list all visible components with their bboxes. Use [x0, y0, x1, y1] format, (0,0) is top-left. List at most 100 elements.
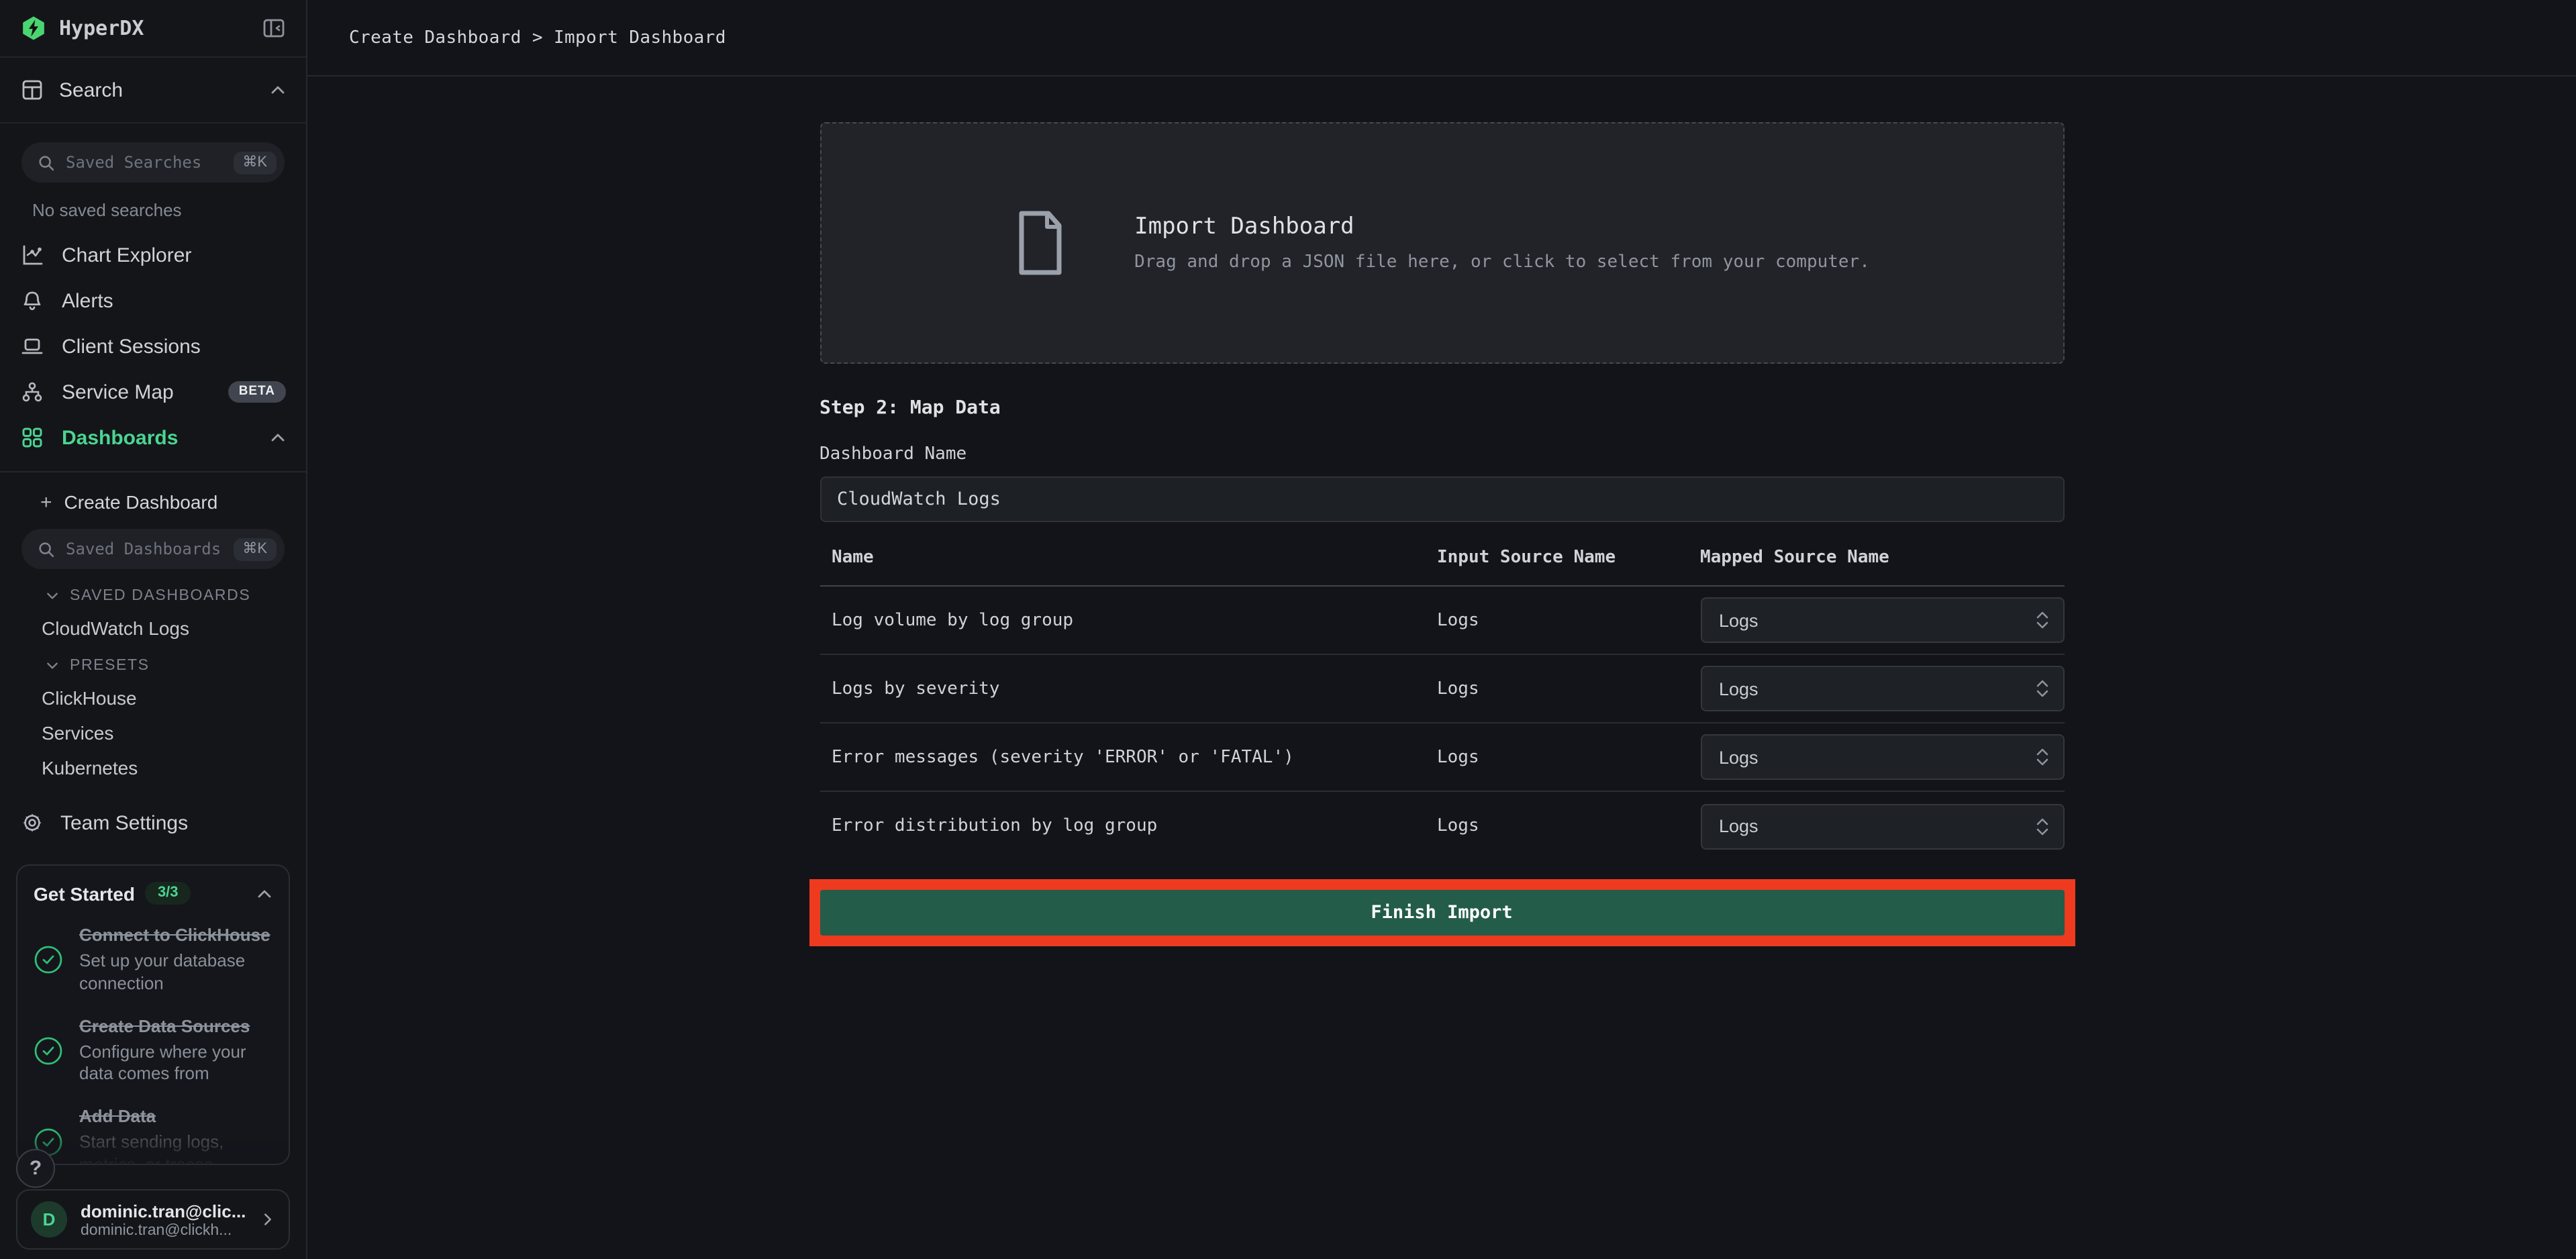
- nav-label: Client Sessions: [62, 335, 286, 358]
- group-title: SAVED DASHBOARDS: [70, 588, 250, 604]
- table-header: Name Input Source Name Mapped Source Nam…: [820, 548, 2064, 587]
- presets-group-toggle[interactable]: PRESETS: [46, 658, 285, 674]
- sidebar-item-clickhouse[interactable]: ClickHouse: [42, 687, 285, 709]
- service-map-icon: [20, 380, 44, 404]
- chevron-down-icon: [46, 659, 59, 672]
- team-settings-label: Team Settings: [60, 811, 188, 834]
- select-value: Logs: [1719, 678, 2034, 699]
- dashboards-icon: [20, 425, 44, 450]
- help-button[interactable]: ?: [16, 1149, 55, 1188]
- dashboard-name-input[interactable]: CloudWatch Logs: [820, 476, 2064, 522]
- get-started-card: Get Started 3/3 Connect to ClickHouse Se…: [16, 864, 290, 1165]
- finish-import-button[interactable]: Finish Import: [820, 890, 2064, 936]
- sidebar-item-chart-explorer[interactable]: Chart Explorer: [0, 232, 306, 278]
- check-circle-icon: [34, 946, 63, 975]
- search-section-icon: [20, 78, 44, 102]
- get-started-item-connect[interactable]: Connect to ClickHouse Set up your databa…: [34, 925, 273, 995]
- nav-label: Alerts: [62, 289, 286, 312]
- get-started-header[interactable]: Get Started 3/3: [34, 882, 273, 905]
- divider: [0, 471, 306, 472]
- row-name: Error distribution by log group: [832, 816, 1437, 836]
- row-input-source: Logs: [1437, 610, 1700, 630]
- select-chevrons-icon: [2034, 814, 2049, 838]
- chevron-up-icon[interactable]: [256, 885, 273, 901]
- sidebar-item-service-map[interactable]: Service Map BETA: [0, 369, 306, 415]
- sidebar-item-kubernetes[interactable]: Kubernetes: [42, 757, 285, 778]
- select-chevrons-icon: [2034, 608, 2049, 632]
- file-icon: [1013, 208, 1067, 278]
- dropzone-text: Import Dashboard Drag and drop a JSON fi…: [1134, 213, 1870, 272]
- row-input-source: Logs: [1437, 816, 1700, 836]
- mapped-source-select[interactable]: Logs: [1700, 734, 2064, 780]
- user-name: dominic.tran@clic...: [81, 1201, 247, 1221]
- create-dashboard-button[interactable]: + Create Dashboard: [40, 491, 285, 513]
- chevron-down-icon: [46, 589, 59, 603]
- saved-dashboards-group-toggle[interactable]: SAVED DASHBOARDS: [46, 588, 285, 604]
- column-header-mapped-source: Mapped Source Name: [1700, 548, 2064, 585]
- annotation-highlight-box: Finish Import: [809, 879, 2075, 946]
- search-icon: [38, 154, 55, 171]
- hyperdx-logo-icon: [20, 15, 47, 42]
- bell-icon: [20, 289, 44, 313]
- get-started-item-title: Create Data Sources: [79, 1015, 273, 1038]
- breadcrumb: Create Dashboard > Import Dashboard: [349, 28, 726, 48]
- sidebar-item-client-sessions[interactable]: Client Sessions: [0, 323, 306, 369]
- search-icon: [38, 540, 55, 558]
- column-header-name: Name: [832, 548, 1437, 585]
- group-title: PRESETS: [70, 658, 150, 674]
- user-menu[interactable]: D dominic.tran@clic... dominic.tran@clic…: [16, 1189, 290, 1250]
- nav-label: Service Map: [62, 381, 211, 403]
- gear-icon: [20, 811, 44, 835]
- breadcrumb-separator: >: [532, 28, 543, 48]
- dropzone-subtitle: Drag and drop a JSON file here, or click…: [1134, 252, 1870, 272]
- search-section-label: Search: [59, 79, 255, 101]
- avatar: D: [31, 1201, 67, 1238]
- sidebar-item-alerts[interactable]: Alerts: [0, 278, 306, 323]
- breadcrumb-import-dashboard: Import Dashboard: [554, 28, 726, 48]
- sidebar-collapse-icon[interactable]: [262, 16, 286, 40]
- select-chevrons-icon: [2034, 676, 2049, 701]
- saved-dashboards-placeholder: Saved Dashboards: [66, 540, 222, 558]
- chart-explorer-icon: [20, 243, 44, 267]
- get-started-item-desc: Configure where your data comes from: [79, 1041, 273, 1087]
- sidebar-item-services[interactable]: Services: [42, 722, 285, 744]
- sidebar-item-dashboards[interactable]: Dashboards: [0, 415, 306, 460]
- sidebar-item-cloudwatch-logs[interactable]: CloudWatch Logs: [42, 617, 285, 639]
- plus-icon: +: [40, 492, 52, 512]
- get-started-item-sources[interactable]: Create Data Sources Configure where your…: [34, 1015, 273, 1086]
- row-input-source: Logs: [1437, 678, 1700, 699]
- mapped-source-select[interactable]: Logs: [1700, 597, 2064, 643]
- table-row: Log volume by log group Logs Logs: [820, 587, 2064, 655]
- mapped-source-select[interactable]: Logs: [1700, 803, 2064, 849]
- check-circle-icon: [34, 1036, 63, 1066]
- mapping-table: Name Input Source Name Mapped Source Nam…: [820, 548, 2064, 860]
- table-row: Error messages (severity 'ERROR' or 'FAT…: [820, 723, 2064, 792]
- content: Import Dashboard Drag and drop a JSON fi…: [307, 77, 2576, 1259]
- step-title: Step 2: Map Data: [820, 397, 2064, 419]
- shortcut-badge: ⌘K: [233, 538, 277, 560]
- topbar: Create Dashboard > Import Dashboard: [307, 0, 2576, 77]
- main-area: Create Dashboard > Import Dashboard Import…: [307, 0, 2576, 1259]
- sidebar-section-search[interactable]: Search: [0, 58, 306, 123]
- saved-dashboards-input[interactable]: Saved Dashboards ⌘K: [21, 529, 285, 569]
- dashboard-name-label: Dashboard Name: [820, 444, 2064, 464]
- saved-searches-placeholder: Saved Searches: [66, 153, 222, 172]
- select-value: Logs: [1719, 816, 2034, 836]
- row-name: Log volume by log group: [832, 610, 1437, 630]
- row-name: Logs by severity: [832, 678, 1437, 699]
- table-row: Error distribution by log group Logs Log…: [820, 792, 2064, 860]
- sidebar: HyperDX Search Saved Searches ⌘K No save…: [0, 0, 307, 1259]
- mapped-source-select[interactable]: Logs: [1700, 666, 2064, 711]
- sidebar-item-team-settings[interactable]: Team Settings: [20, 811, 285, 835]
- user-email: dominic.tran@clickh...: [81, 1222, 247, 1238]
- create-dashboard-label: Create Dashboard: [64, 491, 218, 513]
- get-started-item-desc: Set up your database connection: [79, 950, 273, 996]
- saved-searches-input[interactable]: Saved Searches ⌘K: [21, 142, 285, 183]
- select-chevrons-icon: [2034, 745, 2049, 769]
- row-input-source: Logs: [1437, 747, 1700, 767]
- get-started-title: Get Started: [34, 883, 135, 904]
- breadcrumb-create-dashboard[interactable]: Create Dashboard: [349, 28, 522, 48]
- import-dropzone[interactable]: Import Dashboard Drag and drop a JSON fi…: [820, 122, 2064, 364]
- nav-label: Dashboards: [62, 426, 252, 449]
- get-started-progress-badge: 3/3: [146, 882, 191, 905]
